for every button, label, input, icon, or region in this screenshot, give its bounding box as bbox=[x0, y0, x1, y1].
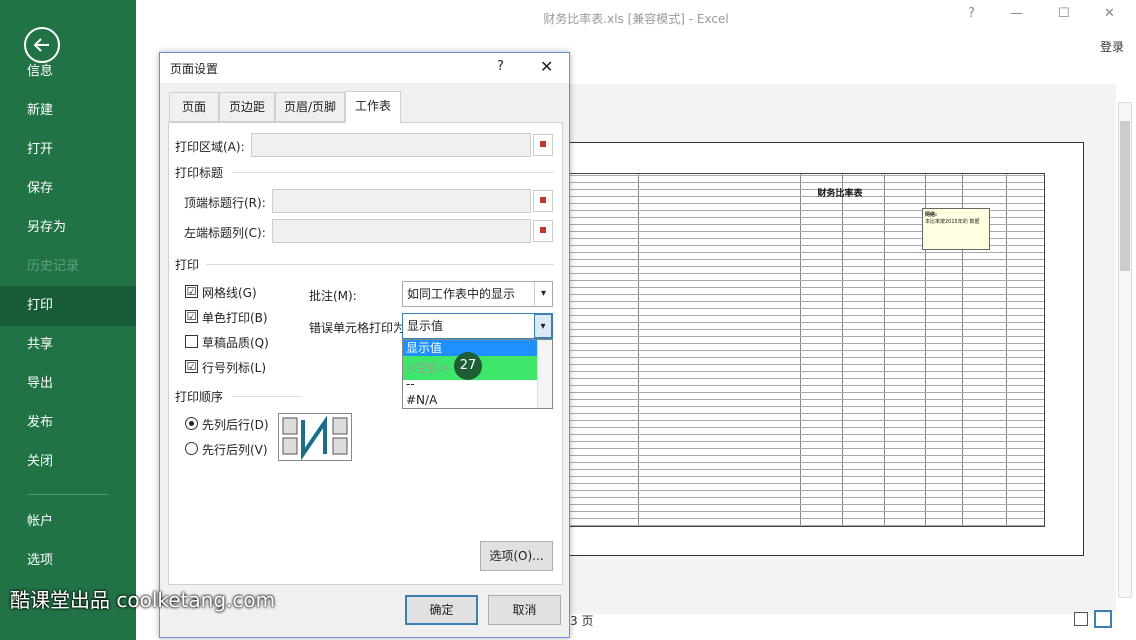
backstage-sidebar: 信息 新建 打开 保存 另存为 历史记录 打印 共享 导出 发布 关闭 帐户 选… bbox=[0, 0, 136, 640]
errors-value: 显示值 bbox=[407, 319, 444, 333]
options-button[interactable]: 选项(O)... bbox=[480, 541, 553, 571]
dialog-titlebar: 页面设置 ? ✕ bbox=[160, 53, 569, 83]
step-badge: 27 bbox=[454, 352, 482, 380]
zoom-page-icon[interactable] bbox=[1094, 610, 1112, 628]
errors-select[interactable]: 显示值 ▾ bbox=[402, 313, 553, 339]
top-rows-input[interactable] bbox=[272, 189, 531, 213]
cancel-button[interactable]: 取消 bbox=[488, 595, 561, 625]
row-col-headings-label: 行号列标(L) bbox=[202, 361, 267, 375]
restore-button[interactable]: ☐ bbox=[1058, 6, 1070, 21]
black-white-checkbox[interactable]: ☑ bbox=[185, 310, 198, 323]
draft-quality-checkbox[interactable] bbox=[185, 335, 198, 348]
nav-info[interactable]: 信息 bbox=[0, 52, 136, 92]
nav-print[interactable]: 打印 bbox=[0, 286, 136, 326]
dialog-help-button[interactable]: ? bbox=[497, 59, 504, 74]
dialog-close-button[interactable]: ✕ bbox=[540, 57, 553, 76]
down-then-over-radio[interactable] bbox=[185, 417, 198, 430]
left-cols-input[interactable] bbox=[272, 219, 531, 243]
preview-page bbox=[570, 142, 1084, 556]
note-title: 网络: bbox=[925, 212, 937, 218]
window-title: 财务比率表.xls [兼容模式] - Excel bbox=[543, 12, 729, 26]
nav-publish[interactable]: 发布 bbox=[0, 403, 136, 443]
show-margins-icon[interactable] bbox=[1074, 612, 1088, 626]
tab-sheet[interactable]: 工作表 bbox=[345, 91, 401, 123]
dropdown-scrollbar[interactable] bbox=[537, 340, 552, 408]
print-area-label: 打印区域(A): bbox=[175, 140, 245, 154]
chevron-down-icon[interactable]: ▾ bbox=[534, 314, 552, 338]
ok-button[interactable]: 确定 bbox=[405, 595, 478, 625]
over-then-down-radio[interactable] bbox=[185, 442, 198, 455]
preview-comment-note: 网络: 本比率按2015年的 数据 bbox=[922, 208, 990, 250]
group-divider bbox=[232, 396, 302, 397]
range-picker-icon[interactable] bbox=[533, 190, 553, 212]
tab-margins[interactable]: 页边距 bbox=[219, 92, 275, 122]
gridlines-checkbox[interactable]: ☑ bbox=[185, 285, 198, 298]
preview-scrollbar[interactable] bbox=[1118, 102, 1132, 598]
nav-save[interactable]: 保存 bbox=[0, 169, 136, 209]
page-order-group: 打印顺序 bbox=[175, 390, 224, 404]
tab-header-footer[interactable]: 页眉/页脚 bbox=[275, 92, 345, 122]
range-picker-icon[interactable] bbox=[533, 220, 553, 242]
nav-account[interactable]: 帐户 bbox=[0, 502, 136, 542]
nav-save-as[interactable]: 另存为 bbox=[0, 208, 136, 248]
comments-label: 批注(M): bbox=[309, 289, 357, 303]
page-count: 3 页 bbox=[570, 614, 594, 628]
login-link[interactable]: 登录 bbox=[1100, 38, 1124, 55]
help-button[interactable]: ? bbox=[968, 6, 975, 21]
row-col-headings-checkbox[interactable]: ☑ bbox=[185, 360, 198, 373]
print-preview bbox=[570, 84, 1116, 614]
nav-export[interactable]: 导出 bbox=[0, 364, 136, 404]
nav-share[interactable]: 共享 bbox=[0, 325, 136, 365]
option-na[interactable]: #N/A bbox=[403, 392, 537, 408]
range-picker-icon[interactable] bbox=[533, 134, 553, 156]
minimize-button[interactable]: — bbox=[1010, 6, 1023, 21]
watermark-logo: 酷课堂出品 coolketang.com bbox=[10, 588, 276, 612]
tab-page[interactable]: 页面 bbox=[169, 92, 219, 122]
print-group: 打印 bbox=[175, 258, 200, 272]
nav-options[interactable]: 选项 bbox=[0, 541, 136, 581]
nav-close[interactable]: 关闭 bbox=[0, 442, 136, 482]
over-then-down-label: 先行后列(V) bbox=[202, 443, 268, 457]
print-titles-group: 打印标题 bbox=[175, 166, 224, 180]
comments-select[interactable]: 如同工作表中的显示 ▾ bbox=[402, 281, 553, 307]
draft-quality-label: 草稿品质(Q) bbox=[202, 336, 269, 350]
black-white-label: 单色打印(B) bbox=[202, 311, 268, 325]
nav-history: 历史记录 bbox=[27, 259, 80, 274]
gridlines-label: 网格线(G) bbox=[202, 286, 257, 300]
scrollbar-thumb[interactable] bbox=[1120, 121, 1130, 271]
page-order-preview-icon bbox=[278, 413, 352, 461]
nav-open[interactable]: 打开 bbox=[0, 130, 136, 170]
close-window-button[interactable]: ✕ bbox=[1104, 6, 1115, 21]
comments-value: 如同工作表中的显示 bbox=[407, 287, 516, 301]
sidebar-divider bbox=[27, 494, 109, 495]
left-cols-label: 左端标题列(C): bbox=[184, 226, 266, 240]
print-area-input[interactable] bbox=[251, 133, 531, 157]
down-then-over-label: 先列后行(D) bbox=[202, 418, 269, 432]
preview-sheet-title: 财务比率表 bbox=[817, 189, 863, 199]
note-text: 本比率按2015年的 数据 bbox=[925, 219, 980, 225]
dialog-title: 页面设置 bbox=[170, 62, 219, 76]
top-rows-label: 顶端标题行(R): bbox=[184, 196, 266, 210]
group-divider bbox=[206, 264, 554, 265]
group-divider bbox=[232, 172, 554, 173]
chevron-down-icon[interactable]: ▾ bbox=[534, 282, 552, 306]
nav-new[interactable]: 新建 bbox=[0, 91, 136, 131]
